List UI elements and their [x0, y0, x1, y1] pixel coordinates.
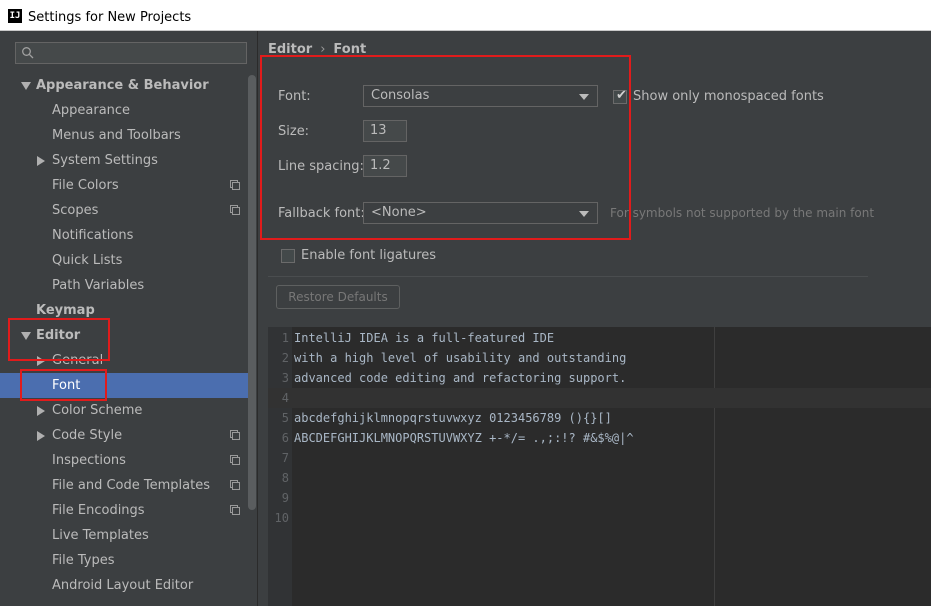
- sidebar-item-label: Color Scheme: [52, 403, 143, 418]
- annotation-box-font-settings: [260, 55, 631, 240]
- line-number: 10: [274, 511, 289, 525]
- code-line: 3 advanced code editing and refactoring s…: [268, 368, 931, 388]
- search-icon: [22, 47, 34, 59]
- sidebar-scrollbar[interactable]: [248, 75, 256, 510]
- expanded-arrow-icon[interactable]: [21, 82, 31, 90]
- code-text: ABCDEFGHIJKLMNOPQRSTUVWXYZ +-*/= .,;:!? …: [294, 431, 634, 445]
- line-number: 1: [281, 331, 289, 345]
- sidebar-item-label: Scopes: [52, 203, 99, 218]
- sidebar-item-appearance-behavior[interactable]: Appearance & Behavior: [0, 73, 248, 98]
- sidebar-item-file-encodings[interactable]: File Encodings: [0, 498, 248, 523]
- line-number: 3: [281, 371, 289, 385]
- annotation-box-editor: [8, 318, 110, 361]
- sidebar-item-label: Appearance: [52, 103, 131, 118]
- line-number: 9: [281, 491, 289, 505]
- collapsed-arrow-icon[interactable]: [37, 431, 45, 441]
- line-number: 8: [281, 471, 289, 485]
- code-line: 7: [268, 448, 931, 468]
- sidebar-item-label: System Settings: [52, 153, 158, 168]
- sidebar-item-scopes[interactable]: Scopes: [0, 198, 248, 223]
- fallback-hint: For symbols not supported by the main fo…: [610, 206, 875, 220]
- code-line: 1 IntelliJ IDEA is a full-featured IDE: [268, 328, 931, 348]
- project-level-icon: [230, 205, 240, 215]
- sidebar-item-label: Path Variables: [52, 278, 145, 293]
- intellij-app-icon: IJ: [8, 9, 22, 23]
- annotation-box-font: [20, 369, 107, 401]
- code-text: abcdefghijklmnopqrstuvwxyz 0123456789 ()…: [294, 411, 612, 425]
- project-level-icon: [230, 505, 240, 515]
- sidebar-item-label: File Colors: [52, 178, 119, 193]
- font-preview-editor[interactable]: 1 IntelliJ IDEA is a full-featured IDE 2 wi…: [268, 327, 931, 606]
- sidebar-item-system-settings[interactable]: System Settings: [0, 148, 248, 173]
- code-line: 8: [268, 468, 931, 488]
- code-line: 9: [268, 488, 931, 508]
- sidebar-item-quick-lists[interactable]: Quick Lists: [0, 248, 248, 273]
- sidebar-item-label: File Encodings: [52, 503, 145, 518]
- sidebar-item-menus-and-toolbars[interactable]: Menus and Toolbars: [0, 123, 248, 148]
- sidebar-item-label: Inspections: [52, 453, 126, 468]
- sidebar-item-label: Notifications: [52, 228, 134, 243]
- sidebar-item-label: File and Code Templates: [52, 478, 210, 493]
- window-title: Settings for New Projects: [28, 10, 192, 25]
- sidebar-item-code-style[interactable]: Code Style: [0, 423, 248, 448]
- restore-defaults-button[interactable]: Restore Defaults: [276, 285, 400, 309]
- sidebar-item-android-layout-editor[interactable]: Android Layout Editor: [0, 573, 248, 598]
- ligatures-label: Enable font ligatures: [301, 248, 437, 263]
- settings-search-input[interactable]: [15, 42, 247, 64]
- sidebar-item-label: Android Layout Editor: [52, 578, 194, 593]
- line-number: 2: [281, 351, 289, 365]
- sidebar-item-label: Quick Lists: [52, 253, 123, 268]
- code-text: advanced code editing and refactoring su…: [294, 371, 627, 385]
- code-line: 6 ABCDEFGHIJKLMNOPQRSTUVWXYZ +-*/= .,;:!?…: [268, 428, 931, 448]
- sidebar-item-label: Code Style: [52, 428, 123, 443]
- sidebar-item-notifications[interactable]: Notifications: [0, 223, 248, 248]
- sidebar-item-color-scheme[interactable]: Color Scheme: [0, 398, 248, 423]
- sidebar-item-path-variables[interactable]: Path Variables: [0, 273, 248, 298]
- monospace-label: Show only monospaced fonts: [633, 89, 824, 104]
- code-line: 5 abcdefghijklmnopqrstuvwxyz 0123456789 (…: [268, 408, 931, 428]
- sidebar-item-file-types[interactable]: File Types: [0, 548, 248, 573]
- project-level-icon: [230, 430, 240, 440]
- sidebar-item-inspections[interactable]: Inspections: [0, 448, 248, 473]
- sidebar-item-file-colors[interactable]: File Colors: [0, 173, 248, 198]
- sidebar-item-label: File Types: [52, 553, 115, 568]
- sidebar-item-label: Menus and Toolbars: [52, 128, 181, 143]
- divider: [268, 276, 868, 277]
- code-text: IntelliJ IDEA is a full-featured IDE: [294, 331, 555, 345]
- sidebar-item-appearance[interactable]: Appearance: [0, 98, 248, 123]
- code-text: with a high level of usability and outst…: [294, 351, 627, 365]
- sidebar-item-label: Live Templates: [52, 528, 149, 543]
- line-number: 7: [281, 451, 289, 465]
- project-level-icon: [230, 455, 240, 465]
- window-title-bar: IJ Settings for New Projects: [0, 0, 931, 31]
- project-level-icon: [230, 480, 240, 490]
- sidebar-item-live-templates[interactable]: Live Templates: [0, 523, 248, 548]
- collapsed-arrow-icon[interactable]: [37, 406, 45, 416]
- ligatures-checkbox[interactable]: [281, 249, 295, 263]
- code-line: 2 with a high level of usability and outs…: [268, 348, 931, 368]
- sidebar-item-file-and-code-templates[interactable]: File and Code Templates: [0, 473, 248, 498]
- code-line: 10: [268, 508, 931, 528]
- project-level-icon: [230, 180, 240, 190]
- code-line: 4: [268, 388, 931, 408]
- sidebar-item-label: Appearance & Behavior: [36, 78, 209, 93]
- line-number: 5: [281, 411, 289, 425]
- line-number: 4: [281, 391, 289, 405]
- line-number: 6: [281, 431, 289, 445]
- collapsed-arrow-icon[interactable]: [37, 156, 45, 166]
